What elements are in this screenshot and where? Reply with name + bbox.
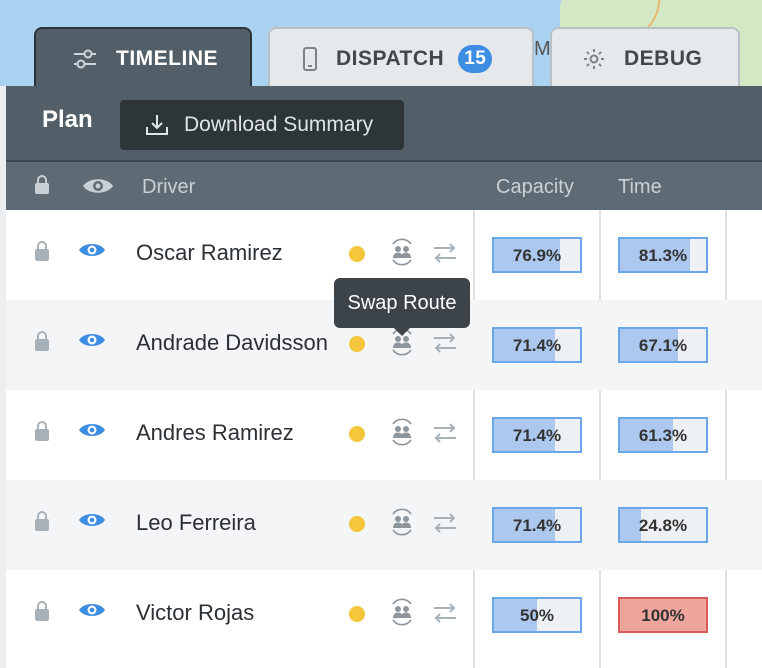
lock-icon[interactable] (34, 510, 50, 537)
tab-timeline[interactable]: TIMELINE (34, 27, 252, 89)
download-summary-button[interactable]: Download Summary (120, 100, 404, 150)
capacity-value: 71.4% (512, 516, 562, 535)
time-value: 81.3% (638, 246, 688, 265)
status-dot (349, 516, 365, 532)
driver-name: Andres Ramirez (136, 420, 294, 445)
capacity-value: 50% (519, 606, 555, 625)
gear-icon (582, 47, 606, 71)
time-bar: 61.3% (618, 417, 708, 453)
eye-icon[interactable] (78, 600, 106, 625)
tab-debug-label: DEBUG (624, 47, 703, 70)
driver-name: Leo Ferreira (136, 510, 256, 535)
swap-route-icon[interactable] (388, 418, 416, 451)
dispatch-count-badge: 15 (458, 45, 493, 73)
swap-route-icon[interactable] (388, 238, 416, 271)
column-header-driver[interactable]: Driver (142, 176, 195, 199)
capacity-value: 71.4% (512, 336, 562, 355)
tab-timeline-label: TIMELINE (116, 47, 218, 70)
phone-icon (302, 47, 318, 71)
time-value: 24.8% (638, 516, 688, 535)
lock-icon[interactable] (34, 330, 50, 357)
plan-toolbar: Plan Download Summary (6, 86, 762, 160)
time-bar: 67.1% (618, 327, 708, 363)
capacity-bar: 71.4% (492, 507, 582, 543)
transfer-icon[interactable] (432, 242, 458, 269)
transfer-icon[interactable] (432, 512, 458, 539)
tab-dispatch-label: DISPATCH (336, 47, 445, 70)
download-icon (144, 113, 170, 137)
capacity-bar: 76.9% (492, 237, 582, 273)
column-header-time[interactable]: Time (618, 176, 662, 199)
table-row[interactable]: Victor Rojas 50% 100% (6, 570, 762, 660)
transfer-icon[interactable] (432, 422, 458, 449)
time-value: 100% (641, 606, 685, 625)
table-row[interactable]: Andres Ramirez 71.4% 61.3% (6, 390, 762, 480)
status-dot (349, 606, 365, 622)
driver-name: Oscar Ramirez (136, 240, 283, 265)
plan-panel: Plan Download Summary Driver Capacity Ti… (6, 86, 762, 668)
tab-dispatch[interactable]: DISPATCH 15 (268, 27, 534, 89)
column-header-capacity[interactable]: Capacity (496, 176, 574, 199)
time-bar: 24.8% (618, 507, 708, 543)
capacity-bar: 71.4% (492, 327, 582, 363)
swap-route-icon[interactable] (388, 508, 416, 541)
eye-icon[interactable] (78, 330, 106, 355)
sliders-icon (72, 48, 98, 70)
driver-name: Andrade Davidsson (136, 330, 329, 355)
header-lock-icon[interactable] (34, 175, 50, 201)
tab-debug[interactable]: DEBUG (550, 27, 740, 89)
lock-icon[interactable] (34, 240, 50, 267)
driver-name: Victor Rojas (136, 600, 255, 625)
time-bar: 100% (618, 597, 708, 633)
map-label: M (534, 38, 551, 60)
transfer-icon[interactable] (432, 332, 458, 359)
time-value: 61.3% (638, 426, 688, 445)
eye-icon[interactable] (78, 510, 106, 535)
capacity-value: 76.9% (512, 246, 562, 265)
status-dot (349, 336, 365, 352)
status-dot (349, 246, 365, 262)
capacity-bar: 50% (492, 597, 582, 633)
header-eye-icon[interactable] (82, 176, 114, 202)
transfer-icon[interactable] (432, 602, 458, 629)
eye-icon[interactable] (78, 240, 106, 265)
eye-icon[interactable] (78, 420, 106, 445)
lock-icon[interactable] (34, 420, 50, 447)
capacity-value: 71.4% (512, 426, 562, 445)
time-bar: 81.3% (618, 237, 708, 273)
capacity-bar: 71.4% (492, 417, 582, 453)
swap-route-tooltip: Swap Route (334, 278, 470, 336)
lock-icon[interactable] (34, 600, 50, 627)
download-summary-label: Download Summary (184, 113, 374, 136)
status-dot (349, 426, 365, 442)
time-value: 67.1% (638, 336, 688, 355)
swap-route-icon[interactable] (388, 598, 416, 631)
plan-title: Plan (42, 106, 93, 133)
table-row[interactable]: Leo Ferreira 71.4% 24.8% (6, 480, 762, 570)
table-header: Driver Capacity Time (6, 160, 762, 210)
